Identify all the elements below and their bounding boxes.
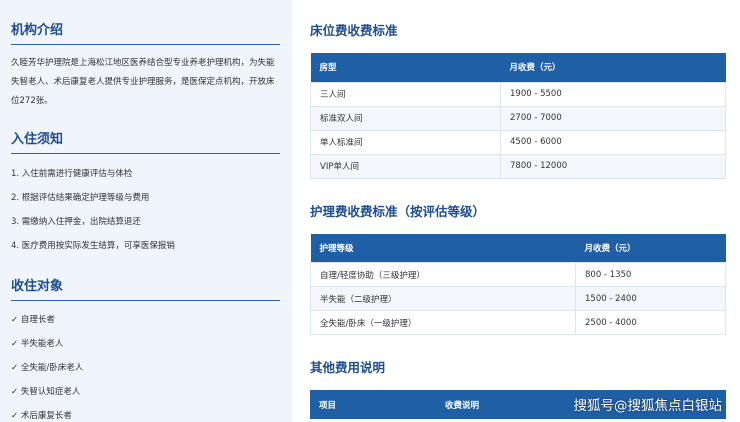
table-cell: 1500 - 2400 [575, 286, 726, 311]
table-row: 自理/轻度协助（三级护理） 800 - 1350 [310, 262, 726, 287]
table-cell: 单人标准间 [310, 129, 501, 155]
list-item: ✓ 半失能老人 [11, 339, 64, 349]
table-cell: 标准双人间 [310, 105, 501, 131]
table-header-row: 护理等级 月收费（元） [310, 233, 726, 263]
care-fees-table: 护理等级 月收费（元） 自理/轻度协助（三级护理） 800 - 1350 半失能… [310, 233, 726, 335]
table-cell: 全失能/卧床（一级护理） [310, 310, 576, 335]
list-item: 1. 入住前需进行健康评估与体检 [11, 169, 133, 179]
table-cell: 半失能（二级护理） [310, 286, 576, 311]
bed-fees-table: 房型 月收费（元） 三人间 1900 - 5500 标准双人间 2700 - 7… [310, 53, 726, 179]
bed-fees-title: 床位费收费标准 [310, 23, 398, 38]
table-cell: 4500 - 6000 [500, 129, 726, 155]
list-item: 4. 医疗费用按实际发生结算，可享医保报销 [11, 241, 175, 251]
table-row: 标准双人间 2700 - 7000 [310, 105, 726, 131]
table-row: 单人标准间 4500 - 6000 [310, 129, 726, 155]
admission-list: 1. 入住前需进行健康评估与体检 2. 根据评估结果确定护理等级与费用 3. 需… [11, 162, 280, 258]
table-cell: 三人间 [310, 81, 501, 107]
admission-title: 入住须知 [11, 128, 280, 154]
list-item: 3. 需缴纳入住押金，出院结算退还 [11, 217, 141, 227]
other-fees-title: 其他费用说明 [310, 360, 386, 375]
list-item: ✓ 术后康复长者 [11, 411, 72, 421]
left-panel: 机构介绍 久睦芳华护理院是上海松江地区医养结合型专业养老护理机构，为失能失智老人… [0, 0, 292, 422]
table-cell: 1900 - 5500 [500, 81, 726, 107]
targets-list: ✓ 自理长者 ✓ 半失能老人 ✓ 全失能/卧床老人 ✓ 失智认知症老人 ✓ 术后… [11, 308, 280, 422]
table-cell: 800 - 1350 [575, 262, 726, 287]
table-row: 三人间 1900 - 5500 [310, 81, 726, 107]
table-header: 房型 [310, 53, 501, 82]
table-cell: VIP单人间 [310, 153, 501, 179]
table-header: 护理等级 [310, 233, 576, 263]
list-item: 2. 根据评估结果确定护理等级与费用 [11, 193, 150, 203]
intro-title: 机构介绍 [11, 19, 280, 45]
intro-paragraph: 久睦芳华护理院是上海松江地区医养结合型专业养老护理机构，为失能失智老人、术后康复… [11, 58, 275, 106]
table-header-row: 房型 月收费（元） [310, 53, 726, 82]
table-row: 全失能/卧床（一级护理） 2500 - 4000 [310, 310, 726, 335]
table-row: VIP单人间 7800 - 12000 [310, 153, 726, 179]
list-item: ✓ 全失能/卧床老人 [11, 363, 84, 373]
targets-title: 收住对象 [11, 275, 280, 301]
care-fees-title: 护理费收费标准（按评估等级） [310, 203, 486, 219]
watermark: 搜狐号@搜狐焦点白银站 [573, 398, 723, 414]
table-header: 月收费（元） [575, 233, 726, 263]
list-item: ✓ 失智认知症老人 [11, 387, 81, 397]
table-header: 项目 [310, 390, 436, 419]
list-item: ✓ 自理长者 [11, 315, 55, 325]
table-cell: 2700 - 7000 [500, 105, 726, 131]
table-cell: 7800 - 12000 [500, 153, 726, 179]
table-cell: 2500 - 4000 [575, 310, 726, 335]
table-header: 月收费（元） [500, 53, 726, 82]
table-row: 半失能（二级护理） 1500 - 2400 [310, 286, 726, 311]
table-cell: 自理/轻度协助（三级护理） [310, 262, 576, 287]
right-panel: 床位费收费标准 房型 月收费（元） 三人间 1900 - 5500 标准双人间 … [292, 0, 740, 422]
